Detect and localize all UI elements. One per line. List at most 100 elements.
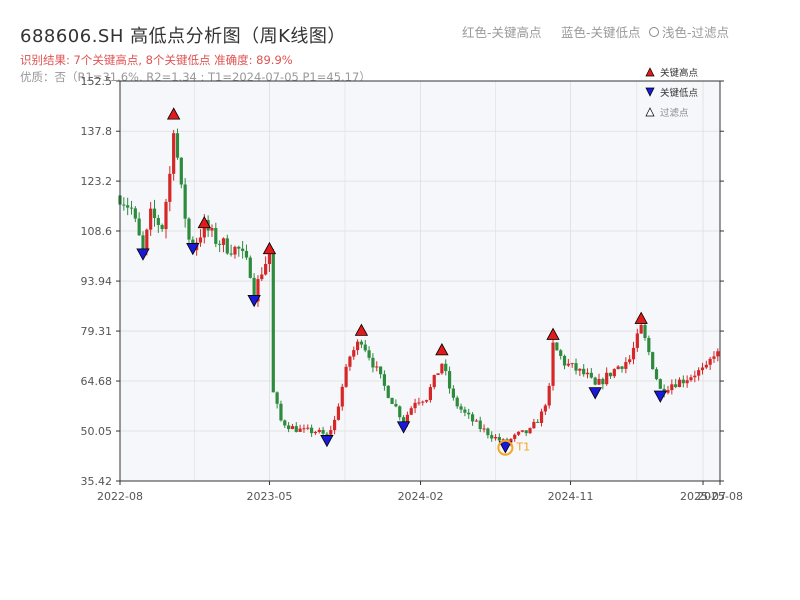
candle-body: [183, 184, 187, 219]
y-tick-label: 64.68: [81, 375, 113, 388]
candle-body: [716, 351, 720, 357]
candle-body: [248, 257, 252, 278]
candle-body: [145, 229, 149, 251]
candle: [440, 363, 444, 375]
candle-body: [244, 250, 249, 258]
legend-marker-high: [645, 67, 655, 77]
candle-body: [267, 253, 272, 265]
candle-body: [608, 372, 613, 377]
candle-body: [559, 350, 563, 356]
candle-body: [628, 359, 632, 363]
candle-body: [605, 372, 609, 385]
candle-body: [317, 429, 321, 432]
y-tick-label: 35.42: [81, 475, 113, 488]
y-tick-label: 50.05: [81, 425, 113, 438]
candle: [555, 341, 559, 351]
candle-body: [275, 392, 279, 404]
candle-body: [218, 243, 222, 245]
candle-body: [417, 402, 421, 404]
candle-body: [221, 238, 226, 245]
x-tick-label: 2024-02: [398, 490, 444, 503]
candle-body: [413, 402, 417, 409]
candle-body: [516, 431, 521, 435]
candle-body: [447, 371, 452, 389]
candle-body: [363, 344, 367, 351]
candle-body: [160, 224, 164, 230]
candle-body: [513, 434, 517, 439]
candle-body: [313, 431, 318, 434]
candle-body: [712, 356, 716, 359]
t1-label: T1: [515, 441, 530, 454]
candle-body: [298, 428, 302, 432]
candle: [386, 385, 390, 399]
candle-body: [321, 429, 325, 434]
candle-body: [654, 369, 659, 380]
candle-body: [451, 388, 455, 398]
candle-body: [325, 433, 329, 435]
candle-body: [340, 386, 344, 407]
candle-body: [700, 367, 705, 371]
candle-body: [497, 437, 501, 441]
candle-body: [643, 324, 647, 338]
candle: [344, 363, 348, 388]
candle-body: [375, 366, 379, 368]
candle-body: [367, 350, 371, 358]
candle-body: [149, 208, 153, 230]
candle-body: [520, 430, 524, 432]
candle-body: [359, 341, 364, 345]
candle-body: [490, 435, 494, 439]
candle-body: [432, 375, 436, 388]
candle-body: [133, 208, 137, 219]
candle-body: [271, 253, 275, 393]
candle-body: [306, 427, 310, 429]
candle-body: [482, 428, 486, 430]
x-tick-label: 2025-08: [697, 490, 743, 503]
y-tick-label: 93.94: [81, 275, 113, 288]
candle-body: [597, 378, 601, 385]
candle-body: [697, 370, 701, 376]
candle-body: [264, 264, 268, 275]
candle-body: [532, 421, 536, 429]
legend-label: 关键高点: [660, 67, 699, 79]
candle-body: [152, 208, 157, 219]
y-tick-label: 123.2: [81, 175, 113, 188]
candle-body: [283, 420, 287, 426]
candle-body: [382, 374, 387, 386]
candle-body: [582, 368, 586, 375]
candle-body: [137, 218, 141, 236]
candle: [271, 248, 275, 393]
candle-body: [539, 411, 544, 423]
candle-body: [179, 157, 183, 185]
candle-body: [287, 425, 291, 430]
candle-body: [708, 358, 712, 365]
candle-body: [436, 373, 440, 376]
y-tick-label: 79.31: [81, 325, 113, 338]
candle-body: [674, 384, 678, 388]
candle-body: [344, 366, 348, 387]
candle-body: [574, 363, 578, 371]
candle-body: [214, 228, 218, 244]
candle-body: [229, 253, 233, 255]
candle-body: [172, 133, 176, 174]
candle-body: [578, 368, 582, 371]
candle-body: [198, 237, 203, 243]
candle: [658, 378, 662, 390]
y-tick-label: 108.6: [81, 225, 113, 238]
candle-body: [547, 385, 551, 406]
candle-body: [398, 406, 402, 418]
y-tick-label: 152.5: [81, 75, 113, 88]
candle-body: [187, 218, 191, 240]
candle-body: [164, 201, 168, 230]
candle: [547, 382, 551, 409]
candle-body: [474, 420, 478, 422]
candle-body: [168, 173, 172, 202]
candle-body: [486, 428, 490, 436]
candle-body: [122, 204, 126, 206]
candle-body: [444, 363, 448, 372]
candle-body: [294, 426, 298, 432]
candle: [639, 323, 643, 334]
candle-body: [371, 357, 375, 368]
candle-body: [279, 403, 283, 421]
candle-body: [620, 366, 624, 369]
x-tick-label: 2024-11: [548, 490, 594, 503]
